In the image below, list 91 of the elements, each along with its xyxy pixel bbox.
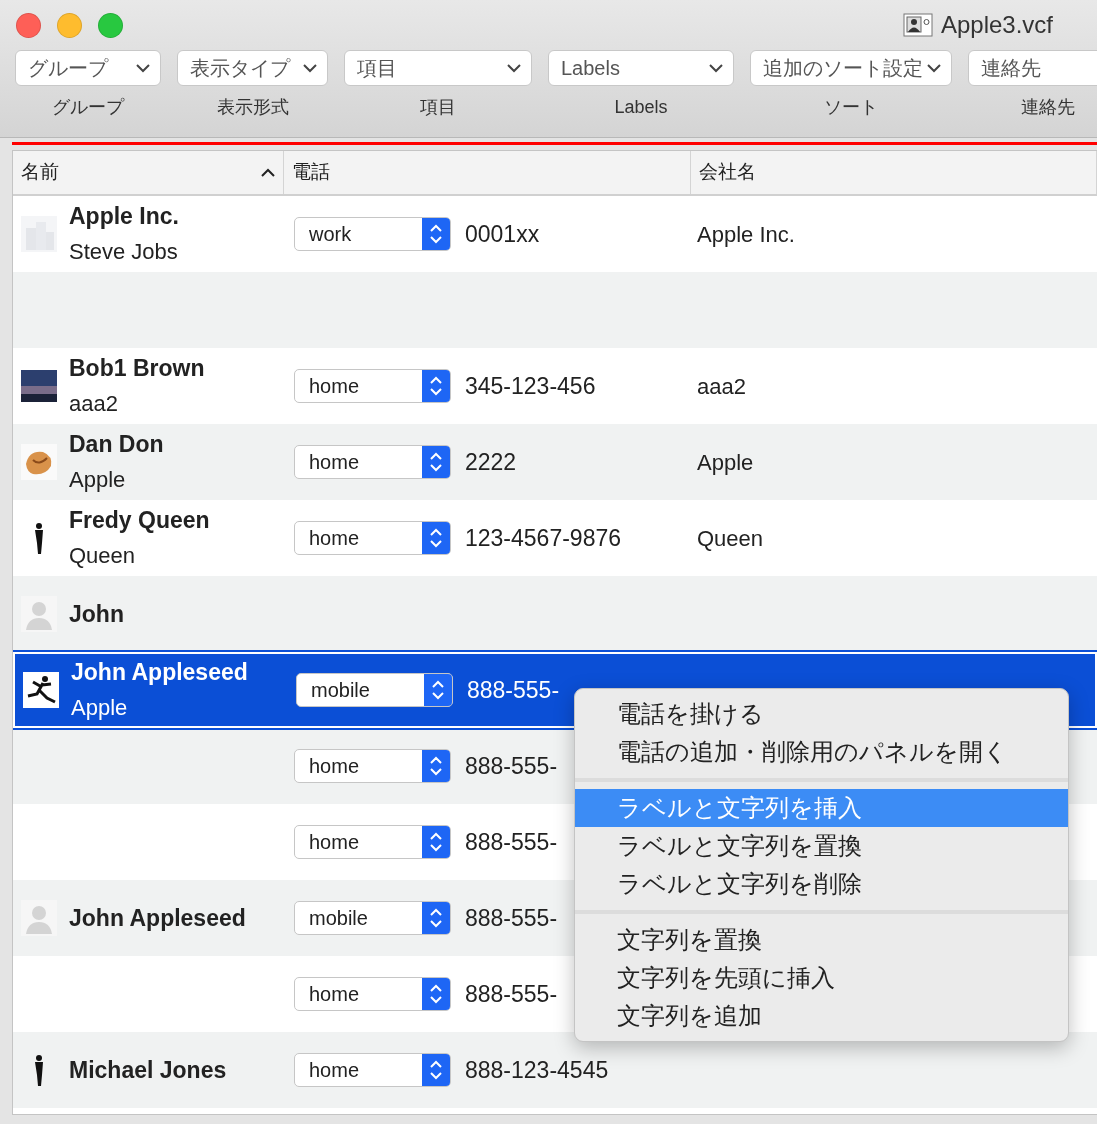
stepper-icon — [430, 527, 442, 549]
contact-name: John Appleseed — [69, 904, 246, 933]
building-avatar-icon — [21, 216, 57, 252]
person-avatar-icon — [21, 596, 57, 632]
phone-label-select[interactable]: home — [294, 977, 451, 1011]
contact-card-icon — [902, 13, 933, 37]
toolbar-dropdown[interactable]: Labels — [548, 50, 734, 86]
phone-number: 888-555- — [467, 675, 560, 705]
phone-label-select[interactable]: mobile — [294, 901, 451, 935]
phone-number: 888-555- — [465, 903, 558, 933]
chevron-down-icon — [709, 63, 723, 73]
table-row[interactable]: Michael Jones home 888-123-4545 — [13, 1032, 1097, 1108]
toolbar-label: Labels — [614, 96, 668, 119]
phone-label-select[interactable]: home — [294, 369, 451, 403]
phone-number: 888-555- — [465, 827, 558, 857]
contact-name: John — [69, 600, 124, 629]
silhouette-avatar-icon — [34, 1054, 44, 1086]
column-header[interactable]: 名前 — [13, 151, 284, 194]
stepper-icon — [430, 983, 442, 1005]
column-header[interactable]: 電話 — [284, 151, 691, 194]
stepper-icon — [430, 831, 442, 853]
contact-name: Fredy Queen — [69, 506, 210, 535]
company-name: Apple — [696, 448, 755, 477]
window-title: Apple3.vcf — [940, 10, 1053, 40]
table-row[interactable]: John — [13, 576, 1097, 652]
person-avatar-icon — [21, 900, 57, 936]
table-row[interactable]: Dan Don Apple home 2222 Apple — [13, 424, 1097, 500]
contact-subtitle: aaa2 — [69, 390, 119, 418]
stepper-icon — [430, 223, 442, 245]
photo-placeholder — [21, 368, 57, 404]
column-header[interactable]: 会社名 — [691, 151, 1097, 194]
menu-item[interactable]: 文字列を置換 — [575, 921, 1068, 959]
chevron-down-icon — [507, 63, 521, 73]
toolbar-label: ソート — [824, 96, 878, 119]
company-name: Apple Inc. — [696, 220, 796, 249]
contact-subtitle: Steve Jobs — [69, 238, 179, 266]
toolbar-dropdown[interactable]: グループ — [15, 50, 161, 86]
stepper-icon — [430, 1059, 442, 1081]
menu-item[interactable]: 電話の追加・削除用のパネルを開く — [575, 733, 1068, 771]
cookie-avatar-icon — [21, 444, 57, 480]
stepper-icon — [432, 679, 444, 701]
toolbar-dropdown[interactable]: 項目 — [344, 50, 532, 86]
phone-label-select[interactable]: home — [294, 445, 451, 479]
stepper-icon — [430, 907, 442, 929]
phone-label-select[interactable]: home — [294, 1053, 451, 1087]
phone-number: 888-123-4545 — [465, 1055, 609, 1085]
phone-label-select[interactable]: home — [294, 749, 451, 783]
menu-item[interactable]: ラベルと文字列を置換 — [575, 827, 1068, 865]
contact-subtitle: Queen — [69, 542, 137, 570]
minimize-button[interactable] — [57, 12, 82, 38]
toolbar-dropdown[interactable]: 表示タイプ — [177, 50, 328, 86]
phone-number: 2222 — [465, 447, 517, 477]
contact-subtitle: Apple — [71, 694, 129, 722]
phone-number: 888-555- — [465, 751, 558, 781]
phone-number: 0001xx — [465, 219, 540, 249]
contact-subtitle: Apple — [69, 466, 127, 494]
toolbar-label: 項目 — [420, 96, 456, 119]
company-name: Queen — [696, 524, 765, 553]
toolbar-label: 連絡先 — [1021, 96, 1075, 119]
toolbar-label: グループ — [52, 96, 124, 119]
phone-number: 888-555- — [465, 979, 558, 1009]
menu-item[interactable]: 文字列を先頭に挿入 — [575, 959, 1068, 997]
chevron-down-icon — [927, 63, 941, 73]
close-button[interactable] — [16, 12, 41, 38]
contact-name: Bob1 Brown — [69, 354, 205, 383]
table-row[interactable]: Apple Inc. Steve Jobs work 0001xx Apple Inc. — [13, 196, 1097, 272]
stepper-icon — [430, 451, 442, 473]
company-name: aaa2 — [696, 372, 747, 401]
contact-name: Michael Jones — [69, 1056, 227, 1085]
contacts-dropdown[interactable]: 連絡先 — [968, 50, 1097, 86]
table-row[interactable]: Bob1 Brown aaa2 home 345-123-456 aaa2 — [13, 348, 1097, 424]
contact-name: Apple Inc. — [69, 202, 179, 231]
jumping-figure-avatar-icon — [23, 672, 59, 708]
stepper-icon — [430, 755, 442, 777]
zoom-button[interactable] — [98, 12, 123, 38]
phone-label-select[interactable]: home — [294, 521, 451, 555]
phone-number: 345-123-456 — [465, 371, 596, 401]
contact-name: John Appleseed — [71, 658, 248, 687]
toolbar-dropdown[interactable]: 追加のソート設定 — [750, 50, 952, 86]
phone-label-select[interactable]: work — [294, 217, 451, 251]
contact-name: Dan Don — [69, 430, 164, 459]
toolbar-label: 表示形式 — [216, 96, 289, 119]
phone-number: 123-4567-9876 — [465, 523, 622, 553]
silhouette-avatar-icon — [34, 522, 44, 554]
chevron-down-icon — [303, 63, 317, 73]
phone-label-select[interactable]: home — [294, 825, 451, 859]
stepper-icon — [430, 375, 442, 397]
menu-item[interactable]: 文字列を追加 — [575, 997, 1068, 1035]
table-row[interactable]: Fredy Queen Queen home 123-4567-9876 Queen — [13, 500, 1097, 576]
chevron-down-icon — [136, 63, 150, 73]
phone-label-select[interactable]: mobile — [296, 673, 453, 707]
